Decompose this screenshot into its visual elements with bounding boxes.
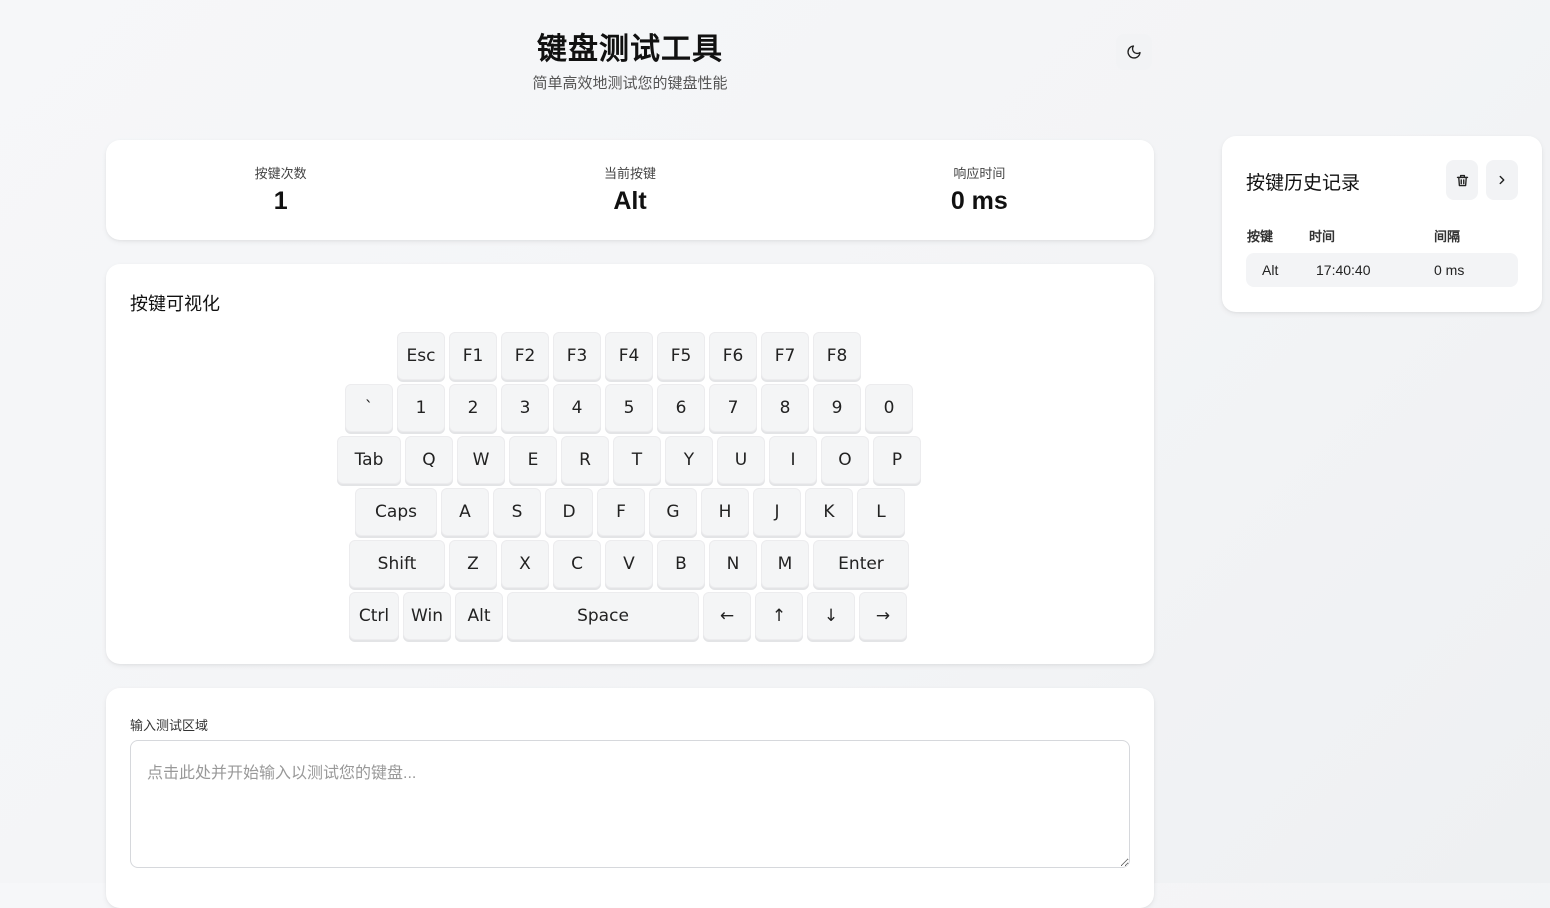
key-tab[interactable]: Tab bbox=[337, 436, 401, 484]
key-ctrl[interactable]: Ctrl bbox=[349, 592, 399, 640]
theme-toggle-button[interactable] bbox=[1116, 34, 1152, 70]
key-e[interactable]: E bbox=[509, 436, 557, 484]
stat-keypress-count: 按键次数 1 bbox=[106, 140, 455, 240]
key-a[interactable]: A bbox=[441, 488, 489, 536]
history-title: 按键历史记录 bbox=[1246, 173, 1361, 194]
key-0[interactable]: 0 bbox=[865, 384, 913, 432]
history-row: Alt 17:40:40 0 ms bbox=[1246, 253, 1518, 287]
key-enter[interactable]: Enter bbox=[813, 540, 909, 588]
key-l[interactable]: L bbox=[857, 488, 905, 536]
key-r[interactable]: R bbox=[561, 436, 609, 484]
key-4[interactable]: 4 bbox=[553, 384, 601, 432]
stat-value: 1 bbox=[273, 187, 288, 215]
page-header: 键盘测试工具 简单高效地测试您的键盘性能 bbox=[106, 28, 1154, 94]
key-f2[interactable]: F2 bbox=[501, 332, 549, 380]
stat-current-key: 当前按键 Alt bbox=[455, 140, 804, 240]
key-y[interactable]: Y bbox=[665, 436, 713, 484]
key-n[interactable]: N bbox=[709, 540, 757, 588]
history-row-time: 17:40:40 bbox=[1316, 262, 1371, 278]
key-d[interactable]: D bbox=[545, 488, 593, 536]
key-2[interactable]: 2 bbox=[449, 384, 497, 432]
key-k[interactable]: K bbox=[805, 488, 853, 536]
key-1[interactable]: 1 bbox=[397, 384, 445, 432]
moon-icon bbox=[1127, 45, 1141, 59]
key-g[interactable]: G bbox=[649, 488, 697, 536]
key-z[interactable]: Z bbox=[449, 540, 497, 588]
page-subtitle: 简单高效地测试您的键盘性能 bbox=[532, 75, 728, 92]
key-8[interactable]: 8 bbox=[761, 384, 809, 432]
key-shift[interactable]: Shift bbox=[349, 540, 445, 588]
expand-history-button[interactable] bbox=[1486, 160, 1518, 200]
stat-label: 当前按键 bbox=[603, 166, 656, 181]
key-alt[interactable]: Alt bbox=[455, 592, 503, 640]
key-b[interactable]: B bbox=[657, 540, 705, 588]
key-f8[interactable]: F8 bbox=[813, 332, 861, 380]
key-9[interactable]: 9 bbox=[813, 384, 861, 432]
key-m[interactable]: M bbox=[761, 540, 809, 588]
input-test-card: 输入测试区域 bbox=[106, 688, 1154, 908]
history-column-time: 时间 bbox=[1309, 229, 1336, 244]
key-j[interactable]: J bbox=[753, 488, 801, 536]
stat-label: 响应时间 bbox=[953, 166, 1006, 181]
key-esc[interactable]: Esc bbox=[397, 332, 445, 380]
key-c[interactable]: C bbox=[553, 540, 601, 588]
stats-card: 按键次数 1 当前按键 Alt 响应时间 0 ms bbox=[106, 140, 1154, 240]
key-7[interactable]: 7 bbox=[709, 384, 757, 432]
key-arrow-right[interactable]: → bbox=[859, 592, 907, 640]
key-v[interactable]: V bbox=[605, 540, 653, 588]
key-f6[interactable]: F6 bbox=[709, 332, 757, 380]
history-row-key: Alt bbox=[1262, 262, 1279, 278]
key-space[interactable]: Space bbox=[507, 592, 699, 640]
key-f[interactable]: F bbox=[597, 488, 645, 536]
trash-icon bbox=[1456, 174, 1468, 186]
keyboard-visualizer-card: 按键可视化 Esc F1 F2 F3 F4 F5 F6 F7 F8 ` 1 2 3 4 5 6 7 8 9 0 Tab Q… bbox=[106, 264, 1154, 664]
key-arrow-down[interactable]: ↓ bbox=[807, 592, 855, 640]
key-i[interactable]: I bbox=[769, 436, 817, 484]
key-f7[interactable]: F7 bbox=[761, 332, 809, 380]
chevron-right-icon bbox=[1499, 175, 1505, 185]
key-6[interactable]: 6 bbox=[657, 384, 705, 432]
key-5[interactable]: 5 bbox=[605, 384, 653, 432]
key-f1[interactable]: F1 bbox=[449, 332, 497, 380]
page-title: 键盘测试工具 bbox=[537, 33, 723, 66]
key-u[interactable]: U bbox=[717, 436, 765, 484]
typing-test-textarea[interactable] bbox=[130, 740, 1130, 868]
stat-label: 按键次数 bbox=[254, 166, 307, 181]
key-w[interactable]: W bbox=[457, 436, 505, 484]
key-caps[interactable]: Caps bbox=[355, 488, 437, 536]
key-f5[interactable]: F5 bbox=[657, 332, 705, 380]
key-x[interactable]: X bbox=[501, 540, 549, 588]
key-f3[interactable]: F3 bbox=[553, 332, 601, 380]
key-3[interactable]: 3 bbox=[501, 384, 549, 432]
stat-response-time: 响应时间 0 ms bbox=[805, 140, 1154, 240]
key-t[interactable]: T bbox=[613, 436, 661, 484]
keyboard: Esc F1 F2 F3 F4 F5 F6 F7 F8 ` 1 2 3 4 5 6 7 8 9 0 Tab Q W E R T Y U… bbox=[106, 264, 1154, 664]
key-f4[interactable]: F4 bbox=[605, 332, 653, 380]
key-q[interactable]: Q bbox=[405, 436, 453, 484]
history-column-interval: 间隔 bbox=[1434, 229, 1461, 244]
stat-value: Alt bbox=[613, 187, 647, 215]
key-arrow-left[interactable]: ← bbox=[703, 592, 751, 640]
history-row-interval: 0 ms bbox=[1434, 262, 1465, 278]
history-column-key: 按键 bbox=[1247, 229, 1274, 244]
key-h[interactable]: H bbox=[701, 488, 749, 536]
key-arrow-up[interactable]: ↑ bbox=[755, 592, 803, 640]
key-win[interactable]: Win bbox=[403, 592, 451, 640]
input-area-label: 输入测试区域 bbox=[130, 718, 209, 733]
stat-value: 0 ms bbox=[950, 187, 1008, 215]
key-o[interactable]: O bbox=[821, 436, 869, 484]
clear-history-button[interactable] bbox=[1446, 160, 1478, 200]
key-s[interactable]: S bbox=[493, 488, 541, 536]
key-p[interactable]: P bbox=[873, 436, 921, 484]
key-history-card: 按键历史记录 按键 时间 间隔 Alt 17:40:40 0 ms bbox=[1222, 136, 1542, 312]
key-backtick[interactable]: ` bbox=[345, 384, 393, 432]
